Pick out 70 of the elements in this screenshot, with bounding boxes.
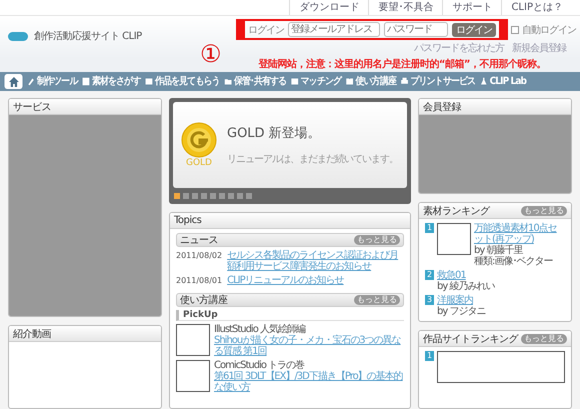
nav-tab[interactable]: 作品を見てもらう [144,74,220,89]
nav-tab[interactable]: 使い方講座 [346,74,396,89]
panel-title: サービス [13,100,51,114]
nav-tab[interactable]: 素材をさがす [82,74,140,89]
more-button[interactable]: もっと見る [354,235,400,245]
rank-number: 3 [425,295,434,305]
pickup-heading: PickUp [176,310,404,321]
coin-icon [181,122,217,158]
slide-subline: リニューアルは、まだまだ続いています。 [227,152,398,166]
panel-title: 紹介動画 [13,328,51,340]
lesson-series: IllustStudio 人気絵師編 [214,324,306,335]
folder-icon [224,76,232,86]
coin-label: GOLD [186,158,212,168]
top-link[interactable]: CLIPとは？ [501,0,572,15]
password-field[interactable]: パスワード [384,22,448,37]
header-link[interactable]: 新規会員登録 [512,41,566,55]
author: by フジタニ [437,306,486,317]
panel-title: 会員登録 [423,100,461,114]
header-link[interactable]: パスワードを忘れた方 [414,41,504,55]
step-marker: ① [200,40,222,68]
news-date: 2011/08/01 [176,275,222,286]
ranking-link[interactable]: 救急01 [437,270,494,281]
login-label: ログイン [248,24,284,36]
logo-icon [8,32,28,40]
site-title: 創作活動応援サイト CLIP [34,30,142,43]
nav-tab[interactable]: プリントサービス [400,74,476,89]
rank-number: 1 [425,223,434,233]
home-icon [8,76,18,86]
top-link[interactable]: 要望･不具合 [368,0,442,15]
more-button[interactable]: もっと見る [521,206,567,216]
home-button[interactable] [4,74,22,89]
news-link[interactable]: セルシス各製品のライセンス認証および月額利用サービス障害発生のお知らせ [227,250,404,272]
top-link[interactable]: サポート [442,0,502,15]
rank-number: 2 [425,270,434,280]
window-icon [144,76,153,86]
printer-icon [400,76,409,86]
annotation-note: 登陆网站，注意：这里的用名户是注册时的“邮箱”，不用那个昵称。 [258,58,546,72]
more-button[interactable]: もっと見る [354,295,400,305]
flask-icon [480,76,488,86]
thumbnail [176,360,210,392]
pen-icon [27,76,36,86]
nav-tab[interactable]: 保管･共有する [224,74,286,89]
nav-tab[interactable]: CLIP Lab [480,76,526,88]
news-link[interactable]: CLIPリニューアルのお知らせ [227,275,344,286]
rank-number: 1 [425,351,434,361]
nav-tab[interactable]: 制作ツール [27,74,78,89]
material-type: 種類:画像･ベクター [474,256,554,267]
auto-login-checkbox[interactable] [511,26,519,34]
section-title: 使い方講座 [180,294,228,307]
news-date: 2011/08/02 [176,250,222,262]
panel-title: 素材ランキング [423,204,490,218]
email-field[interactable]: 登録メールアドレス [288,22,380,37]
lesson-series: ComicStudio トラの巻 [214,360,306,371]
thumbnail [176,324,210,356]
ranking-link[interactable]: 洋服案内 [437,295,486,306]
login-button[interactable]: ログイン [452,22,496,36]
author: by 朝藤千里 [474,245,524,256]
auto-login-label: 自動ログイン [522,24,576,36]
panel-title: Topics [174,215,202,226]
panel-title: 作品サイトランキング [423,332,518,346]
nav-tab[interactable]: マッチング [290,74,342,89]
ranking-link[interactable]: 万能透過素材10点セット(再アップ) [474,223,565,245]
author: by 綾乃みれい [437,281,494,292]
thumbnail [437,223,471,255]
top-link[interactable]: ダウンロード [289,0,368,15]
more-button[interactable]: もっと見る [521,334,567,344]
slide-headline: GOLD 新登場。 [227,125,322,142]
lesson-link[interactable]: 第61回 3DLT【EX】/3D下描き【Pro】の基本的な使い方 [214,371,404,393]
lesson-link[interactable]: Shihouが描く女の子・メカ・宝石の3つの異なる質感 第1回 [214,335,404,357]
section-title: ニュース [180,234,218,247]
